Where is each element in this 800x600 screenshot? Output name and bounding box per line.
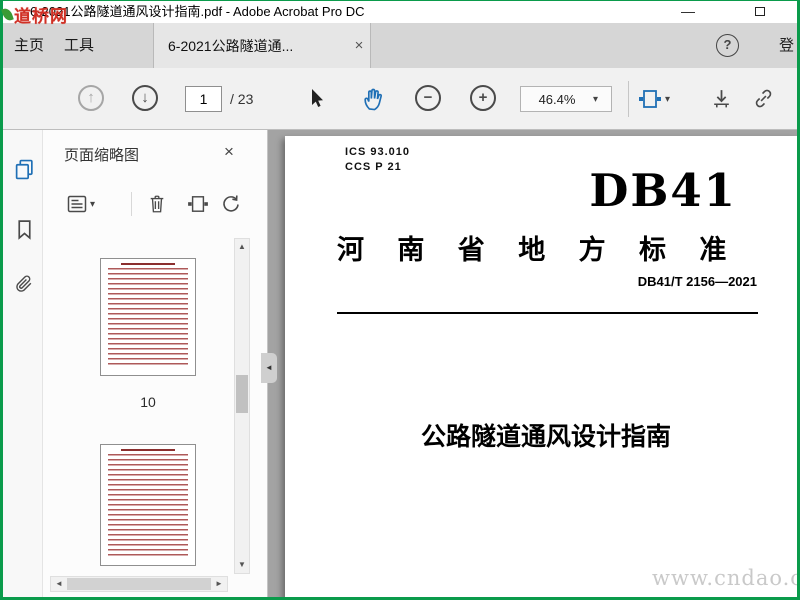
- zoom-level-dropdown[interactable]: 46.4% ▾: [520, 86, 612, 112]
- window-frame: [0, 0, 3, 600]
- page-thumbnails-panel: 页面缩略图 × ▾ 10 ▲ ▼ ◄ ►: [43, 130, 268, 597]
- resize-thumbnails-button[interactable]: [185, 190, 211, 218]
- select-tool-button[interactable]: [306, 87, 326, 109]
- panel-options-button[interactable]: ▾: [59, 190, 103, 218]
- ccs-code: CCS P 21: [345, 161, 402, 173]
- previous-page-button[interactable]: ↑: [78, 85, 104, 111]
- zoom-level-value: 46.4%: [538, 91, 576, 107]
- site-watermark: www.cndao.com: [652, 566, 797, 590]
- panel-title: 页面缩略图: [64, 147, 140, 164]
- zoom-in-button[interactable]: +: [470, 85, 496, 111]
- minus-icon: −: [415, 85, 441, 111]
- page-thumbnails-panel-button[interactable]: [9, 154, 39, 184]
- options-list-icon: [67, 195, 87, 213]
- maximize-button[interactable]: [745, 1, 775, 23]
- chevron-down-icon: ▾: [89, 198, 96, 210]
- scroll-down-arrow[interactable]: ▼: [235, 557, 249, 573]
- panel-toolbar-separator: [131, 192, 132, 216]
- db41-logo: DB41: [589, 164, 737, 217]
- horizontal-rule: [337, 312, 758, 314]
- standard-code: DB41/T 2156—2021: [637, 274, 757, 289]
- document-tab-label: 6-2021公路隧道通...: [168, 37, 294, 54]
- page-count-label: / 23: [230, 91, 254, 107]
- hand-tool-button[interactable]: [362, 86, 385, 111]
- pdf-page: ICS 93.010 CCS P 21 DB41 河 南 省 地 方 标 准 D…: [285, 136, 797, 597]
- trash-icon: [150, 195, 164, 213]
- page-thumbnail-11[interactable]: [100, 444, 196, 566]
- panel-vertical-scrollbar[interactable]: ▲ ▼: [234, 238, 250, 574]
- title-bar: 6-2021公路隧道通风设计指南.pdf - Adobe Acrobat Pro…: [0, 1, 800, 23]
- scroll-right-arrow[interactable]: ►: [211, 577, 227, 591]
- link-icon: [755, 89, 772, 108]
- panel-horizontal-scrollbar[interactable]: ◄ ►: [50, 576, 228, 592]
- page-display-button[interactable]: ▾: [638, 89, 670, 109]
- main-area: 页面缩略图 × ▾ 10 ▲ ▼ ◄ ► ◄ ICS 93.010 CCS P …: [0, 130, 800, 597]
- bookmarks-panel-button[interactable]: [9, 214, 39, 244]
- panel-collapse-handle[interactable]: ◄: [261, 353, 277, 383]
- delete-pages-button[interactable]: [144, 190, 170, 218]
- share-file-button[interactable]: [710, 87, 733, 110]
- plus-icon: +: [470, 85, 496, 111]
- page-number-input[interactable]: [185, 86, 222, 112]
- standard-title: 河 南 省 地 方 标 准: [337, 235, 727, 266]
- document-view-area: ICS 93.010 CCS P 21 DB41 河 南 省 地 方 标 准 D…: [268, 130, 797, 597]
- maximize-icon: [755, 7, 765, 16]
- logo-watermark-text: 道桥网: [14, 7, 68, 26]
- thumbnail-content: [121, 263, 175, 265]
- attachments-panel-button[interactable]: [9, 269, 39, 299]
- logo-watermark: 道桥网: [1, 2, 68, 27]
- thumbnail-content: [108, 454, 188, 556]
- leaf-icon: [1, 6, 14, 23]
- window-title: 6-2021公路隧道通风设计指南.pdf - Adobe Acrobat Pro…: [30, 4, 365, 19]
- rotate-pages-button[interactable]: [218, 190, 244, 218]
- chevron-down-icon: ▾: [665, 93, 671, 105]
- thumbnail-content: [121, 449, 175, 451]
- login-button[interactable]: 登: [779, 23, 794, 68]
- hand-icon: [364, 88, 382, 111]
- minimize-button[interactable]: —: [673, 1, 703, 23]
- rotate-icon: [223, 195, 239, 212]
- download-icon: [714, 90, 729, 108]
- main-toolbar: ↑ ↓ / 23 − + 46.4% ▾: [0, 68, 800, 130]
- page-size-icon: [188, 196, 208, 212]
- bookmark-icon: [17, 219, 31, 240]
- help-button[interactable]: ?: [716, 34, 739, 57]
- arrow-down-icon: ↓: [132, 85, 158, 111]
- paperclip-icon: [16, 275, 32, 292]
- thumbnail-page-number: 10: [140, 394, 156, 410]
- panel-close-button[interactable]: ×: [217, 140, 241, 164]
- window-frame: [0, 0, 800, 1]
- tab-home[interactable]: 主页: [8, 23, 50, 68]
- ics-code: ICS 93.010: [345, 146, 411, 158]
- page-view-icon: [639, 90, 661, 108]
- cursor-icon: [312, 89, 323, 107]
- horizontal-scroll-thumb[interactable]: [67, 578, 211, 590]
- pages-icon: [15, 159, 33, 179]
- document-tab[interactable]: 6-2021公路隧道通... ×: [153, 23, 371, 68]
- tab-bar: 主页 工具 6-2021公路隧道通... × ? 登: [0, 23, 800, 68]
- toolbar-separator: [628, 81, 629, 117]
- scroll-up-arrow[interactable]: ▲: [235, 239, 249, 255]
- vertical-scroll-thumb[interactable]: [236, 375, 248, 413]
- acrobat-window: 6-2021公路隧道通风设计指南.pdf - Adobe Acrobat Pro…: [0, 0, 800, 600]
- document-tab-close-icon[interactable]: ×: [348, 37, 370, 54]
- thumbnail-content: [108, 268, 188, 366]
- chevron-down-icon: ▾: [593, 93, 599, 105]
- tab-tools[interactable]: 工具: [58, 23, 100, 68]
- get-link-button[interactable]: [752, 87, 775, 110]
- next-page-button[interactable]: ↓: [132, 85, 158, 111]
- document-title: 公路隧道通风设计指南: [420, 422, 671, 451]
- page-thumbnail-10[interactable]: [100, 258, 196, 376]
- arrow-up-icon: ↑: [78, 85, 104, 111]
- scroll-left-arrow[interactable]: ◄: [51, 577, 67, 591]
- navigation-icon-strip: [3, 130, 43, 597]
- zoom-out-button[interactable]: −: [415, 85, 441, 111]
